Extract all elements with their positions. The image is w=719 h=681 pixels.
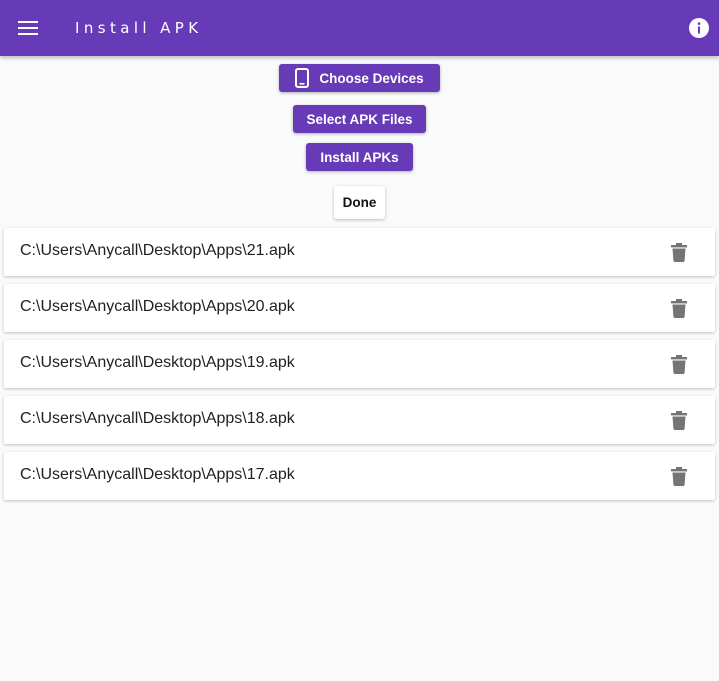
app-bar: Install APK [0,0,719,56]
info-button[interactable] [688,17,710,39]
info-icon [689,18,709,38]
delete-button[interactable] [667,240,691,264]
file-path: C:\Users\Anycall\Desktop\Apps\20.apk [20,298,295,315]
phone-icon [295,68,310,88]
list-item: C:\Users\Anycall\Desktop\Apps\17.apk [4,452,715,500]
apk-file-list: C:\Users\Anycall\Desktop\Apps\21.apk C:\… [4,228,715,508]
file-path: C:\Users\Anycall\Desktop\Apps\19.apk [20,354,295,371]
trash-icon [671,354,687,374]
delete-button[interactable] [667,352,691,376]
select-apk-files-button[interactable]: Select APK Files [293,105,426,133]
delete-button[interactable] [667,296,691,320]
file-path: C:\Users\Anycall\Desktop\Apps\21.apk [20,242,295,259]
trash-icon [671,242,687,262]
list-item: C:\Users\Anycall\Desktop\Apps\19.apk [4,340,715,388]
list-item: C:\Users\Anycall\Desktop\Apps\21.apk [4,228,715,276]
file-path: C:\Users\Anycall\Desktop\Apps\17.apk [20,466,295,483]
list-item: C:\Users\Anycall\Desktop\Apps\18.apk [4,396,715,444]
menu-icon [18,21,38,35]
menu-button[interactable] [12,12,44,44]
list-item: C:\Users\Anycall\Desktop\Apps\20.apk [4,284,715,332]
delete-button[interactable] [667,464,691,488]
choose-devices-label: Choose Devices [319,70,424,86]
trash-icon [671,466,687,486]
delete-button[interactable] [667,408,691,432]
install-apks-button[interactable]: Install APKs [306,143,413,171]
trash-icon [671,410,687,430]
app-title: Install APK [75,19,203,37]
done-button[interactable]: Done [334,186,385,219]
file-path: C:\Users\Anycall\Desktop\Apps\18.apk [20,410,295,427]
choose-devices-button[interactable]: Choose Devices [279,64,440,92]
trash-icon [671,298,687,318]
